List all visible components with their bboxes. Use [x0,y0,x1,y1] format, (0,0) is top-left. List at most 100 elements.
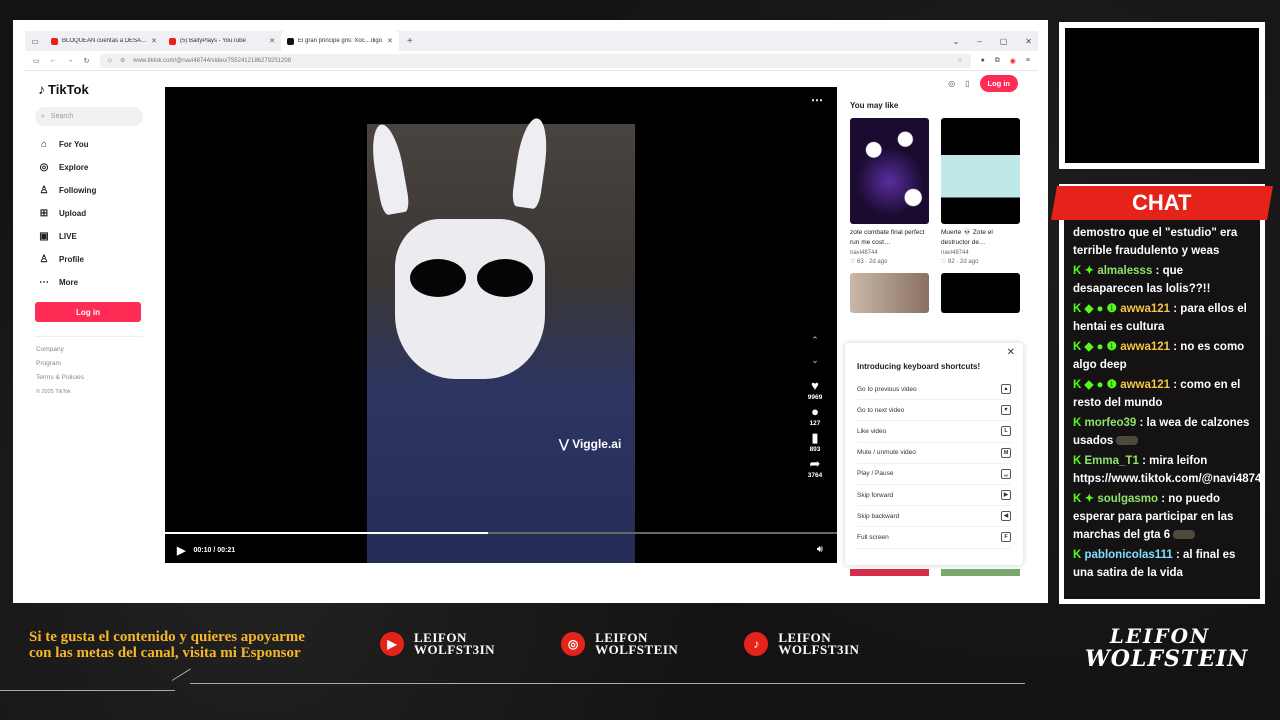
card-thumbnail[interactable] [850,273,929,313]
video-actions: ⌃ ⌄ ♥ 9969 ● 127 ▮ 893 ➦ 3764 [805,335,825,479]
comment-action[interactable]: ● 127 [805,405,825,428]
tab-list-icon[interactable]: ▭ [25,37,45,46]
tiktok-logo[interactable]: ♪ TikTok [38,81,150,97]
shortcut-label: Go to previous video [857,385,917,393]
save-action[interactable]: ▮ 893 [805,430,825,454]
divider [35,336,143,337]
bookmark-star-icon[interactable]: ☆ [957,57,962,64]
instagram-icon: ◎ [561,632,586,656]
chat-badge-icons: K ◆ ● ❶ [1073,341,1117,353]
like-action[interactable]: ♥ 9969 [805,379,825,402]
shortcut-key: ␣ [1001,468,1011,479]
close-icon[interactable]: ✕ [1007,347,1015,358]
chat-username[interactable]: awwa121 [1120,341,1170,353]
tiktok-icon: ♪ [744,632,769,656]
chat-message: K Emma_T1 : mira leifon https://www.tikt… [1073,452,1260,488]
sidebar-item-upload[interactable]: ⊞ Upload [35,202,150,225]
close-tab-icon[interactable]: ✕ [151,37,157,45]
pocket-icon[interactable]: ● [981,57,985,64]
tab-baityplays[interactable]: (5) BaityPlays - YouTube ✕ [163,31,281,51]
top-login-button[interactable]: Log in [979,75,1018,92]
bunny-mask [395,219,545,379]
close-tab-icon[interactable]: ✕ [269,37,275,45]
chat-username[interactable]: Emma_T1 [1085,455,1139,467]
watermark: ⋁ Viggle.ai [559,437,622,451]
play-icon[interactable]: ▶ [177,544,185,557]
brand-logo: LEIFON WOLFSTEIN [1085,624,1247,672]
social-links: ▶ LEIFON WOLFST3IN ◎ LEIFON WOLFSTEIN ♪ LEIFON W… [380,630,859,657]
sidebar-item-explore[interactable]: ◎ Explore [35,156,150,179]
chat-panel: demostro que el "estudio" era terrible f… [1059,184,1265,604]
device-icon[interactable]: ▯ [965,79,969,88]
bookmark-icon: ▮ [811,430,819,445]
chat-username[interactable]: morfeo39 [1085,417,1137,429]
menu-icon[interactable]: ≡ [1026,57,1030,64]
video-time: 00:10 / 00:21 [193,547,236,554]
chat-username[interactable]: almalesss [1097,265,1152,277]
minimize-icon[interactable]: – [977,37,981,46]
chat-username[interactable]: awwa121 [1120,379,1170,391]
tab-tiktok-active[interactable]: El gran principe gris: Xoc…digo ✕ [281,31,399,51]
video-player[interactable]: ⋁ Viggle.ai ⋯ ⌃ ⌄ ♥ 9969 ● 127 ▮ 893 ➦ 3… [165,87,837,563]
sidebar-item-following[interactable]: ♙ Following [35,179,150,202]
youtube-favicon-icon [169,37,176,45]
shield-icon[interactable]: ◇ [108,57,113,64]
reload-icon[interactable]: ↻ [84,57,90,65]
sidebar-item-for-you[interactable]: ⌂ For You [35,133,150,156]
shortcut-label: Mute / unmute video [857,449,916,457]
recommended-card[interactable]: Muerte 💀 Zote el destructor de… navi4874… [941,118,1020,265]
divider-line [0,690,175,691]
sidebar-toggle-icon[interactable]: ▭ [33,57,40,65]
chat-badge-icons: K [1073,549,1082,561]
compass-icon[interactable]: ◎ [948,79,955,88]
tiktok-note-icon: ♪ [38,81,45,97]
next-video-icon[interactable]: ⌄ [805,355,825,375]
more-options-icon[interactable]: ⋯ [811,93,823,107]
chat-badge-icons: K [1073,417,1082,429]
chat-emote-icon [1116,436,1139,446]
tab-dropdown-icon[interactable]: ⌄ [953,37,960,46]
login-button[interactable]: Log in [35,302,141,322]
chat-badge-icons: K ✦ [1073,493,1095,505]
sidebar-item-more[interactable]: ⋯ More [35,271,150,294]
footer-link-program[interactable]: Program [36,357,150,371]
close-window-icon[interactable]: ✕ [1025,37,1032,46]
profile-icon[interactable]: ◉ [1010,57,1016,65]
home-icon: ⌂ [40,139,48,150]
shortcut-label: Go to next video [857,406,905,414]
card-thumbnail[interactable] [941,569,1020,576]
new-tab-icon[interactable]: + [399,36,421,47]
chat-username[interactable]: awwa121 [1120,303,1170,315]
back-icon[interactable]: ← [50,57,57,64]
footer-link-company[interactable]: Company [36,343,150,357]
search-input[interactable]: ⌕ Search [35,107,143,126]
chat-message: K ✦ soulgasmo : no puedo esperar para pa… [1073,490,1254,544]
shortcut-row: Skip backward ◀ [857,506,1011,528]
sidebar-item-profile[interactable]: ♙ Profile [35,248,150,271]
previous-video-icon[interactable]: ⌃ [805,335,825,355]
lock-icon[interactable]: ⊜ [120,57,125,64]
chat-emote-icon [1173,530,1196,540]
social-handle: LEIFON WOLFSTEIN [595,630,679,657]
shortcut-row: Mute / unmute video M [857,443,1011,464]
extensions-icon[interactable]: ⧉ [995,57,1000,65]
forward-icon[interactable]: → [67,57,74,64]
card-thumbnail[interactable] [941,273,1020,313]
tab-bloquean[interactable]: BLOQUEAN cuentas a DESARR( ✕ [45,31,163,51]
volume-icon[interactable]: 🔊︎ [817,544,823,555]
restore-icon[interactable]: ▢ [1000,37,1008,46]
video-controls: ▶ 00:10 / 00:21 [177,544,235,557]
address-bar[interactable]: ◇ ⊜ www.tiktok.com/@navi48744/video/7552… [99,53,971,68]
chat-username[interactable]: soulgasmo [1097,493,1158,505]
sidebar-item-live[interactable]: ▣ LIVE [35,225,150,248]
comment-count: 127 [809,420,821,427]
close-tab-icon[interactable]: ✕ [387,37,393,45]
compass-icon: ◎ [39,162,49,173]
video-progress-bar[interactable] [165,532,837,534]
shortcut-key: M [1001,447,1011,458]
card-thumbnail[interactable] [850,569,929,576]
share-action[interactable]: ➦ 3764 [805,457,825,480]
chat-username[interactable]: pablonicolas111 [1085,549,1173,561]
recommended-card[interactable]: zote combate final perfect run me cost… … [850,118,929,265]
footer-link-terms[interactable]: Terms & Policies [36,371,150,385]
